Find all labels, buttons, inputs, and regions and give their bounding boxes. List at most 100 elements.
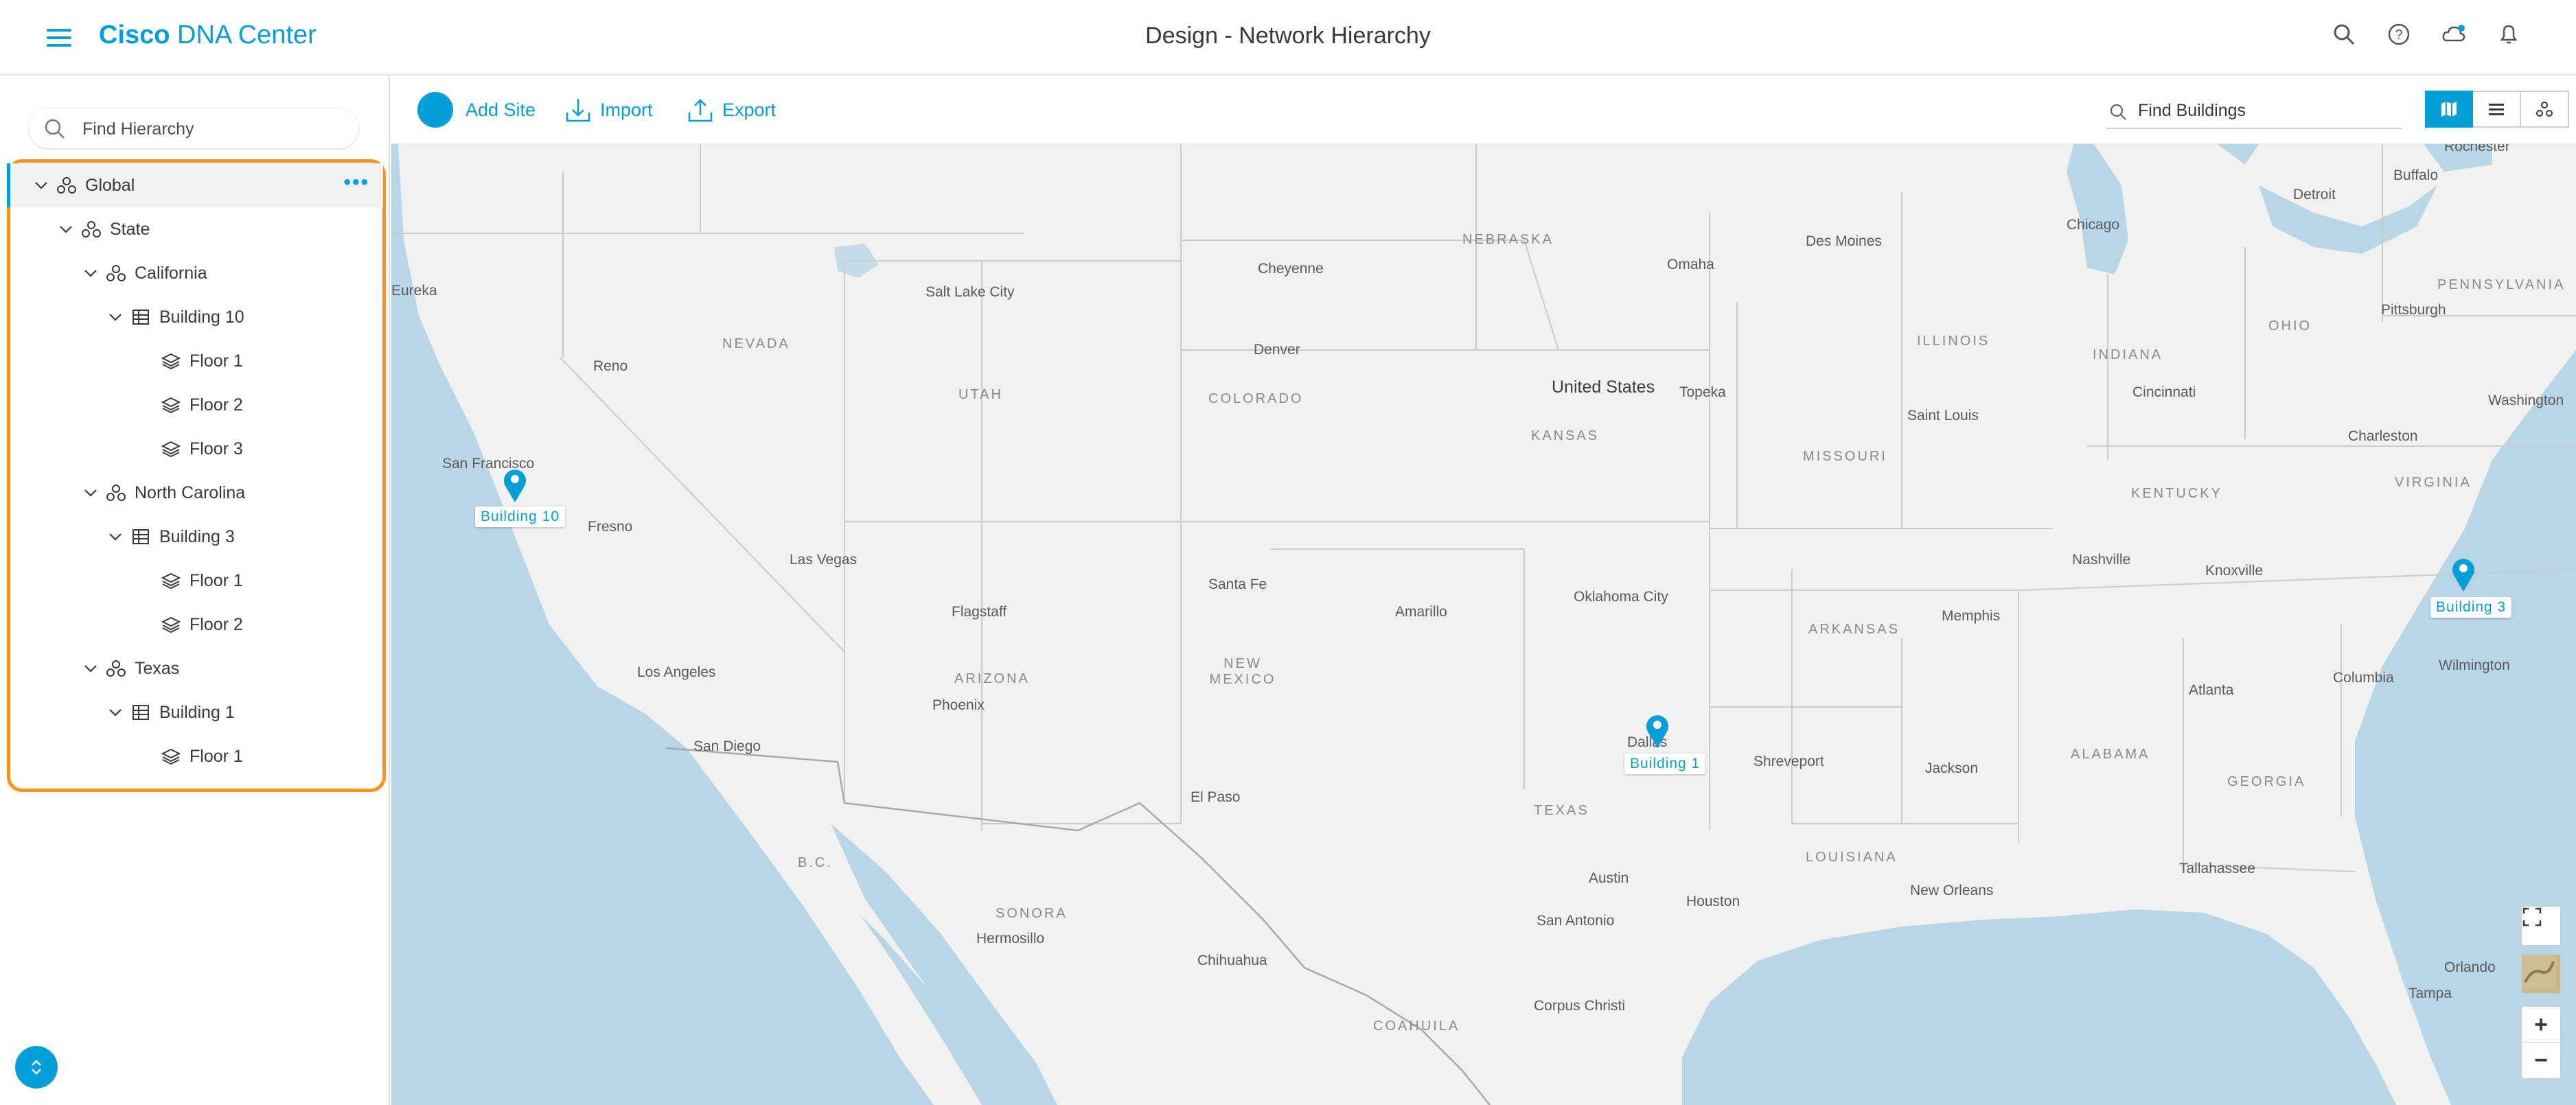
tree-item-floor[interactable]: Floor 3 [7, 427, 383, 471]
tree-item-label: Floor 1 [189, 570, 243, 590]
hierarchy-search-input[interactable] [81, 117, 345, 141]
tree-item-floor[interactable]: Floor 2 [7, 383, 383, 427]
city-label: Jackson [1925, 760, 1979, 776]
tree-item-building[interactable]: Building 3 [7, 515, 383, 559]
city-label: Knoxville [2205, 563, 2264, 579]
page-title-page: Network Hierarchy [1239, 23, 1431, 49]
add-site-button[interactable]: Add Site [417, 92, 536, 128]
notification-bell-icon[interactable] [2496, 21, 2521, 48]
import-icon [564, 96, 592, 124]
city-label: New Orleans [1910, 883, 1994, 898]
floor-icon [159, 570, 183, 591]
chevron-down-icon[interactable] [106, 307, 125, 327]
city-label: Phoenix [932, 697, 985, 713]
top-header: Cisco DNA Center Design - Network Hierar… [0, 0, 2576, 75]
building-search [2106, 93, 2402, 129]
building-icon [129, 526, 152, 547]
map-pin-icon [504, 469, 526, 502]
satellite-layer-icon[interactable] [2521, 954, 2561, 994]
state-label: ALABAMA [2071, 747, 2150, 762]
city-label: Los Angeles [637, 664, 716, 680]
tree-item-area[interactable]: California [7, 251, 383, 295]
tree-item-area[interactable]: Global ••• [7, 163, 383, 207]
chevron-down-icon[interactable] [56, 220, 76, 239]
selection-indicator [7, 163, 10, 207]
chevron-down-icon[interactable] [81, 483, 100, 502]
chevron-down-icon[interactable] [106, 703, 125, 722]
collapse-panel-button[interactable] [15, 1046, 58, 1089]
chevron-down-icon[interactable] [81, 659, 100, 678]
city-label: Atlanta [2189, 682, 2234, 698]
state-label: ILLINOIS [1917, 334, 1990, 349]
tree-item-label: California [135, 263, 207, 283]
area-icon [80, 219, 103, 240]
zoom-in-button[interactable]: + [2521, 1006, 2561, 1043]
chevron-down-icon[interactable] [81, 264, 100, 283]
chevron-down-icon[interactable] [32, 176, 51, 195]
city-label: Las Vegas [790, 552, 858, 568]
area-icon [104, 263, 128, 283]
import-label: Import [600, 99, 653, 120]
state-label: NEW MEXICO [1209, 656, 1276, 687]
header-icons: ? [2332, 21, 2521, 48]
city-label: Flagstaff [952, 604, 1007, 620]
city-label: San Diego [693, 738, 761, 754]
design-toolbar: Add Site Import Export [390, 75, 2576, 144]
hamburger-menu-icon[interactable] [47, 29, 71, 48]
app-brand[interactable]: Cisco DNA Center [99, 21, 317, 50]
city-label: Detroit [2293, 187, 2336, 202]
city-label: Nashville [2072, 552, 2131, 568]
export-button[interactable]: Export [687, 92, 776, 128]
list-view-icon[interactable] [2473, 91, 2521, 128]
page-title-separator: - [1218, 23, 1239, 49]
page-title: Design - Network Hierarchy [0, 23, 2576, 49]
city-label: Rochester [2444, 144, 2510, 154]
state-label: MISSOURI [1803, 449, 1887, 464]
city-label: Amarillo [1395, 604, 1447, 620]
state-label: COAHUILA [1373, 1019, 1460, 1034]
tree-item-floor[interactable]: Floor 1 [7, 559, 383, 603]
chevron-down-icon[interactable] [106, 527, 125, 546]
state-label: UTAH [958, 387, 1003, 402]
zoom-out-button[interactable]: − [2521, 1042, 2561, 1079]
tree-item-building[interactable]: Building 1 [7, 690, 383, 734]
city-label: Reno [593, 358, 628, 374]
state-label: KENTUCKY [2131, 486, 2222, 501]
country-label: United States [1552, 377, 1655, 397]
tree-item-label: North Carolina [135, 482, 246, 502]
search-icon[interactable] [2332, 21, 2356, 48]
site-map[interactable]: NEBRASKA NEVADA UTAH COLORADO KANSAS ILL… [391, 144, 2576, 1105]
tree-item-area[interactable]: State [7, 207, 383, 251]
tree-item-label: Floor 1 [189, 746, 243, 766]
city-label: Austin [1589, 870, 1629, 886]
export-icon [687, 96, 714, 124]
hierarchy-search [29, 108, 358, 148]
cloud-icon[interactable] [2441, 21, 2466, 48]
hierarchy-view-icon[interactable] [2521, 91, 2569, 128]
area-icon [104, 658, 128, 679]
state-label: B.C. [798, 855, 833, 870]
fullscreen-icon[interactable] [2521, 906, 2561, 946]
tree-item-area[interactable]: Texas [7, 647, 383, 690]
map-view-icon[interactable] [2425, 91, 2473, 128]
tree-item-building[interactable]: Building 10 [7, 295, 383, 339]
more-options-icon[interactable]: ••• [343, 172, 369, 193]
tree-item-floor[interactable]: Floor 1 [7, 339, 383, 383]
hierarchy-tree: Global ••• State California Building 10 Floor… [7, 163, 383, 778]
tree-item-floor[interactable]: Floor 1 [7, 734, 383, 778]
tree-item-area[interactable]: North Carolina [7, 471, 383, 515]
city-label: Corpus Christi [1534, 998, 1626, 1014]
tree-item-floor[interactable]: Floor 2 [7, 603, 383, 647]
help-icon[interactable]: ? [2387, 21, 2411, 48]
floor-icon [159, 351, 183, 371]
city-label: San Antonio [1537, 913, 1615, 929]
building-icon [129, 307, 152, 327]
city-label: Fresno [588, 519, 633, 535]
building-search-input[interactable] [2137, 99, 2393, 122]
state-label: NEVADA [722, 336, 790, 351]
svg-text:?: ? [2395, 27, 2402, 43]
city-label: Chicago [2067, 217, 2120, 233]
import-button[interactable]: Import [564, 92, 653, 128]
city-label: Orlando [2444, 959, 2496, 975]
tree-item-label: Floor 2 [189, 395, 243, 415]
